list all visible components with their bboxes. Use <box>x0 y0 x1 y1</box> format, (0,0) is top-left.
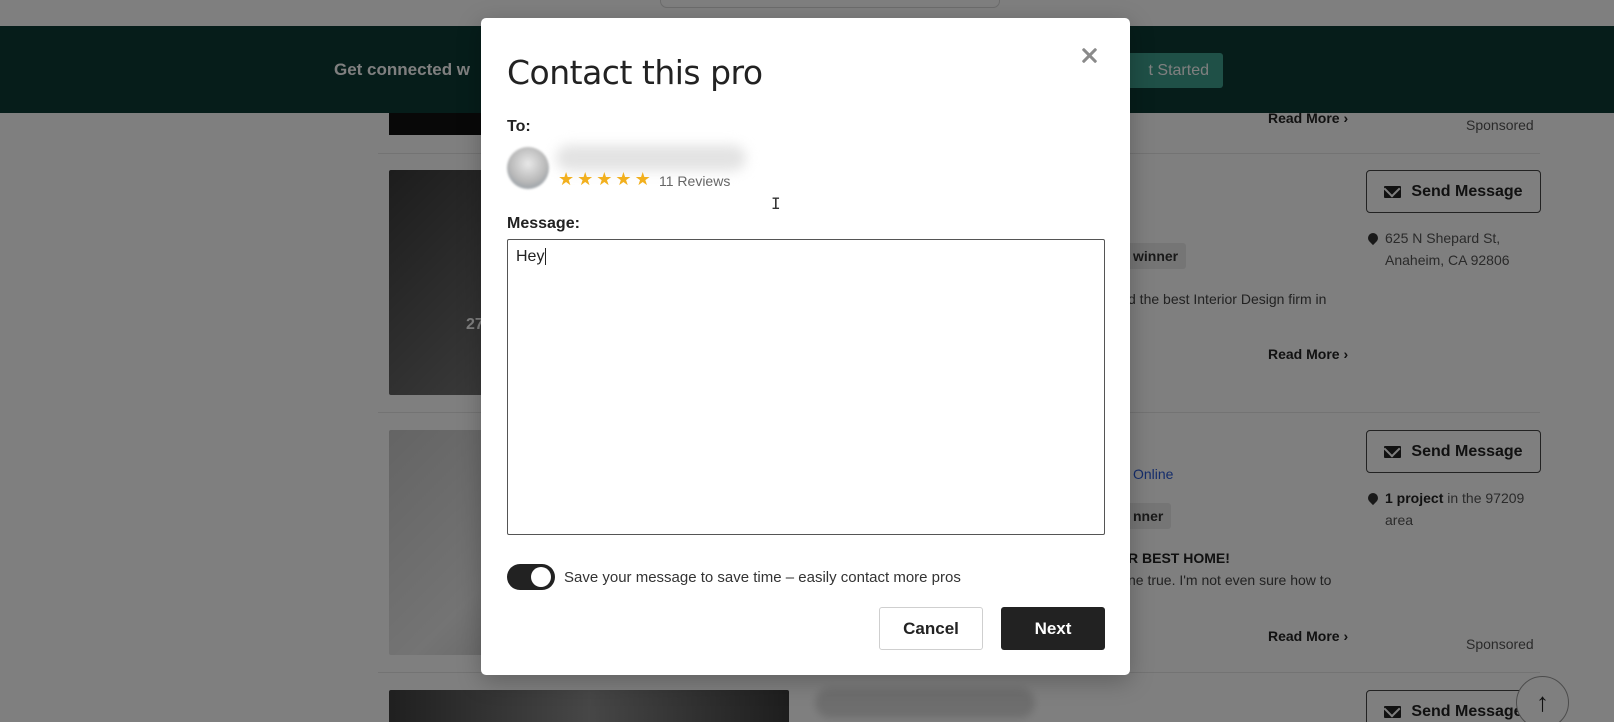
avatar <box>507 147 549 189</box>
pro-name-blurred <box>556 145 746 171</box>
to-label: To: <box>507 118 531 135</box>
cancel-button[interactable]: Cancel <box>879 607 983 650</box>
message-textarea[interactable]: Hey <box>507 239 1105 535</box>
mouse-cursor: I <box>771 194 781 213</box>
next-button[interactable]: Next <box>1001 607 1105 650</box>
star-icon: ★ <box>615 169 632 189</box>
dialog-title: Contact this pro <box>507 53 763 92</box>
message-text: Hey <box>516 248 545 265</box>
save-message-toggle[interactable] <box>507 564 555 590</box>
contact-pro-dialog: Contact this pro To: ★ ★ ★ ★ ★ 11 Review… <box>481 18 1130 675</box>
star-icon: ★ <box>577 169 594 189</box>
message-label: Message: <box>507 215 580 232</box>
review-count[interactable]: 11 Reviews <box>659 173 730 189</box>
text-caret <box>545 248 547 265</box>
star-icon: ★ <box>634 169 651 189</box>
star-icon: ★ <box>558 169 575 189</box>
toggle-knob <box>531 567 551 587</box>
star-icon: ★ <box>596 169 613 189</box>
save-message-label: Save your message to save time – easily … <box>564 569 961 586</box>
rating-stars: ★ ★ ★ ★ ★ <box>558 170 651 188</box>
close-icon[interactable] <box>1077 44 1101 68</box>
